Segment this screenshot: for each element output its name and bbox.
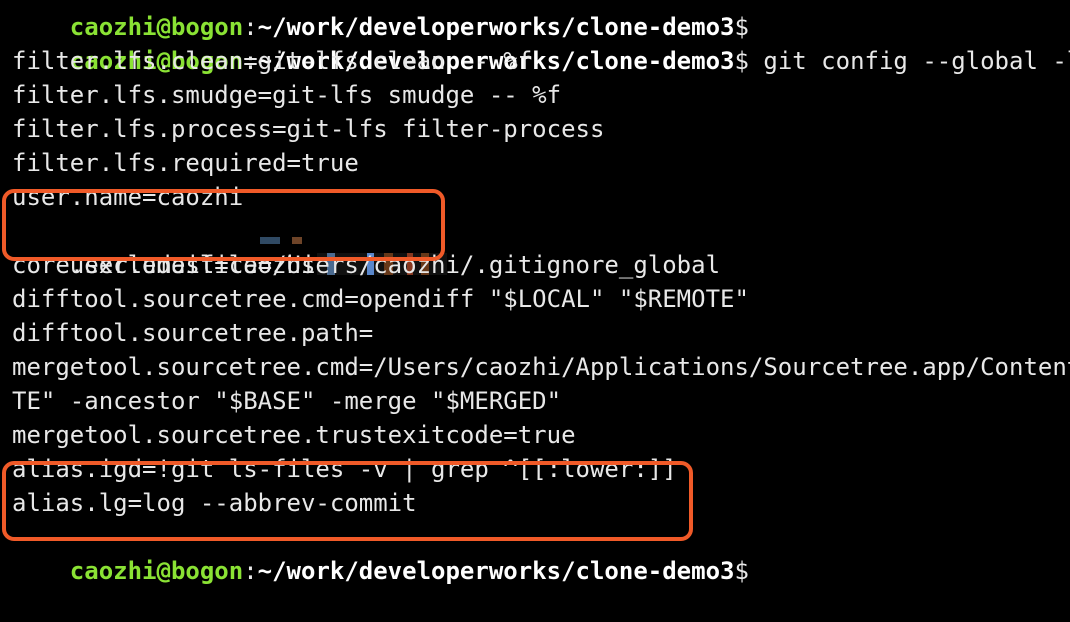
output-line: filter.lfs.smudge=git-lfs smudge -- %f [12,81,562,109]
prompt-path: ~/work/developerworks/clone-demo3 [257,557,735,585]
output-line: filter.lfs.clean=git-lfs clean -- %f [12,47,533,75]
prompt-sign: $ [734,47,749,75]
previous-prompt-line: caozhi@bogon:~/work/developerworks/clone… [12,0,749,41]
output-line-alias-lg: alias.lg=log --abbrev-commit [12,489,417,517]
output-line: filter.lfs.process=git-lfs filter-proces… [12,115,605,143]
output-line-user-email: user.email=caozhi [12,214,448,279]
output-line: difftool.sourcetree.cmd=opendiff "$LOCAL… [12,285,749,313]
output-line: TE" -ancestor "$BASE" -merge "$MERGED" [12,387,562,415]
output-line-alias-igd: alias.igd=!git ls-files -v | grep ^[[:lo… [12,455,677,483]
output-line-user-name: user.name=caozhi [12,183,244,211]
output-line: core.excludesfile=/Users/caozhi/.gitigno… [12,251,721,279]
output-line: mergetool.sourcetree.trustexitcode=true [12,421,576,449]
prompt-user-host: caozhi@bogon [69,557,244,585]
command-line: caozhi@bogon:~/work/developerworks/clone… [12,10,1070,75]
prompt-sign: $ [734,557,749,585]
output-line: mergetool.sourcetree.cmd=/Users/caozhi/A… [12,353,1070,381]
output-line: filter.lfs.required=true [12,149,359,177]
output-line: difftool.sourcetree.path= [12,319,374,347]
command-text: git config --global -l [748,47,1070,75]
redacted-path-mark [260,237,360,244]
next-prompt-line: caozhi@bogon:~/work/developerworks/clone… [12,520,749,585]
prompt-colon: : [243,557,258,585]
terminal-window[interactable]: caozhi@bogon:~/work/developerworks/clone… [0,0,1070,585]
